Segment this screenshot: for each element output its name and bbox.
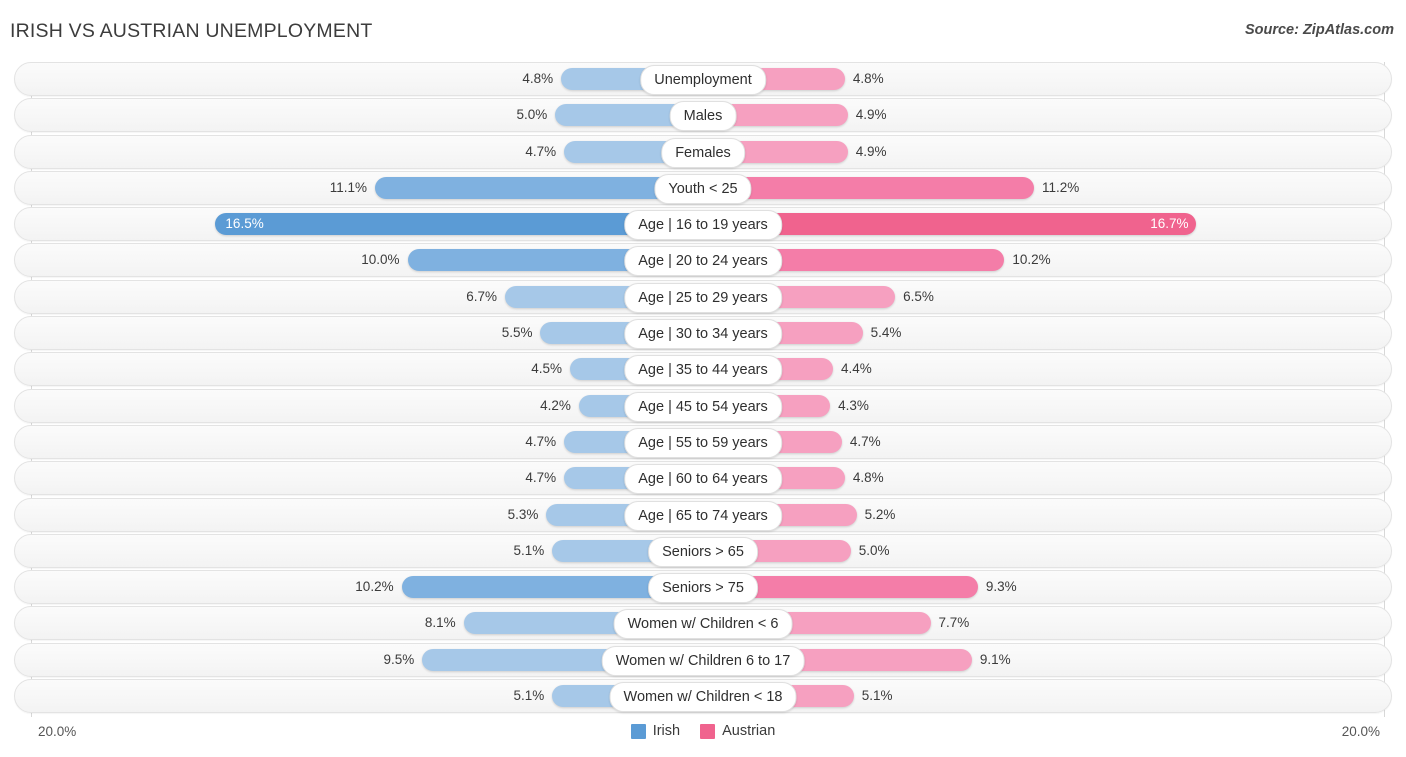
value-label-left: 9.5% <box>383 651 415 667</box>
bar-row: 4.5% 4.4% Age | 35 to 44 years <box>0 352 1406 387</box>
value-label-left: 10.0% <box>361 252 400 268</box>
category-label: Age | 60 to 64 years <box>624 464 782 495</box>
category-label: Age | 45 to 54 years <box>624 391 782 422</box>
bar-right-austrian <box>703 176 1034 199</box>
chart-legend: Irish Austrian <box>0 723 1406 739</box>
value-label-right: 5.1% <box>861 688 893 704</box>
bar-row: 4.7% 4.7% Age | 55 to 59 years <box>0 424 1406 459</box>
category-label: Women w/ Children < 6 <box>613 609 793 640</box>
value-label-right: 5.0% <box>858 542 890 558</box>
value-label-left: 5.3% <box>507 506 539 522</box>
bar-row: 4.7% 4.9% Females <box>0 134 1406 169</box>
value-label-right: 4.8% <box>852 470 884 486</box>
category-label: Seniors > 75 <box>648 573 758 604</box>
category-label: Age | 55 to 59 years <box>624 427 782 458</box>
value-label-right: 4.9% <box>855 107 887 123</box>
value-label-right: 6.5% <box>903 288 934 304</box>
category-label: Males <box>669 101 737 132</box>
legend-label: Austrian <box>722 723 776 739</box>
category-label: Seniors > 65 <box>648 536 758 567</box>
value-label-left: 4.7% <box>525 143 557 159</box>
bar-row: 10.0% 10.2% Age | 20 to 24 years <box>0 243 1406 278</box>
value-label-right: 4.8% <box>852 71 884 86</box>
value-label-right: 9.3% <box>985 579 1017 595</box>
page-title: IRISH VS AUSTRIAN UNEMPLOYMENT <box>10 20 373 42</box>
value-label-right: 5.4% <box>870 325 902 341</box>
bar-row: 4.7% 4.8% Age | 60 to 64 years <box>0 461 1406 496</box>
legend-swatch-icon <box>630 723 646 739</box>
bar-row: 6.7% 6.5% Age | 25 to 29 years <box>0 279 1406 314</box>
bar-row: 5.3% 5.2% Age | 65 to 74 years <box>0 497 1406 532</box>
value-label-left: 10.2% <box>355 579 394 595</box>
value-label-right: 11.2% <box>1041 179 1080 195</box>
value-label-left: 11.1% <box>329 179 367 195</box>
legend-label: Irish <box>652 723 681 739</box>
value-label-left: 16.5% <box>225 216 264 232</box>
bar-rows-container: 4.8% 4.8% Unemployment 5.0% 4.9% Males 4.7% 4.9… <box>0 62 1406 715</box>
value-label-left: 5.5% <box>501 325 533 341</box>
category-label: Age | 20 to 24 years <box>624 246 782 277</box>
value-label-right: 16.7% <box>1150 216 1189 232</box>
value-label-right: 10.2% <box>1012 252 1051 268</box>
value-label-left: 6.7% <box>466 288 497 304</box>
chart-header: IRISH VS AUSTRIAN UNEMPLOYMENT Source: Z… <box>0 0 1406 62</box>
value-label-right: 4.3% <box>838 397 869 413</box>
value-label-right: 9.1% <box>979 651 1011 667</box>
bar-row: 8.1% 7.7% Women w/ Children < 6 <box>0 606 1406 641</box>
value-label-left: 4.7% <box>525 470 557 486</box>
bar-row: 4.2% 4.3% Age | 45 to 54 years <box>0 388 1406 423</box>
bar-row: 9.5% 9.1% Women w/ Children 6 to 17 <box>0 642 1406 677</box>
category-label: Women w/ Children 6 to 17 <box>601 645 805 676</box>
bar-row: 5.1% 5.0% Seniors > 65 <box>0 533 1406 568</box>
value-label-left: 5.1% <box>513 688 545 704</box>
source-attribution: Source: ZipAtlas.com <box>1244 22 1394 38</box>
category-label: Age | 16 to 19 years <box>624 210 782 241</box>
value-label-left: 4.2% <box>540 397 571 413</box>
category-label: Age | 25 to 29 years <box>624 282 782 313</box>
bar-row: 10.2% 9.3% Seniors > 75 <box>0 570 1406 605</box>
chart-footer: 20.0% 20.0% Irish Austrian <box>0 717 1406 757</box>
value-label-right: 4.9% <box>855 143 887 159</box>
bar-row: 5.5% 5.4% Age | 30 to 34 years <box>0 316 1406 351</box>
value-label-left: 4.7% <box>525 433 557 449</box>
value-label-left: 4.8% <box>522 71 554 86</box>
legend-item-irish[interactable]: Irish <box>630 723 681 739</box>
category-label: Age | 65 to 74 years <box>624 500 782 531</box>
category-label: Women w/ Children < 18 <box>609 682 797 713</box>
value-label-right: 4.4% <box>841 361 872 377</box>
legend-swatch-icon <box>700 723 716 739</box>
bar-row: 5.1% 5.1% Women w/ Children < 18 <box>0 679 1406 714</box>
value-label-left: 5.1% <box>513 542 545 558</box>
bar-row: 5.0% 4.9% Males <box>0 98 1406 133</box>
chart-plot-area: 4.8% 4.8% Unemployment 5.0% 4.9% Males 4.7% 4.9… <box>0 62 1406 717</box>
value-label-right: 7.7% <box>938 615 970 631</box>
value-label-right: 4.7% <box>849 433 881 449</box>
category-label: Females <box>661 137 745 168</box>
value-label-left: 8.1% <box>424 615 456 631</box>
category-label: Youth < 25 <box>654 173 752 204</box>
legend-item-austrian[interactable]: Austrian <box>700 723 775 739</box>
value-label-left: 4.5% <box>531 361 563 377</box>
category-label: Age | 35 to 44 years <box>624 355 782 386</box>
value-label-left: 5.0% <box>516 107 548 123</box>
bar-row: 4.8% 4.8% Unemployment <box>0 62 1406 96</box>
bar-row: 16.5% 16.7% Age | 16 to 19 years <box>0 207 1406 242</box>
category-label: Unemployment <box>640 65 766 95</box>
bar-row: 11.1% 11.2% Youth < 25 <box>0 170 1406 205</box>
category-label: Age | 30 to 34 years <box>624 319 782 350</box>
value-label-right: 5.2% <box>864 506 896 522</box>
